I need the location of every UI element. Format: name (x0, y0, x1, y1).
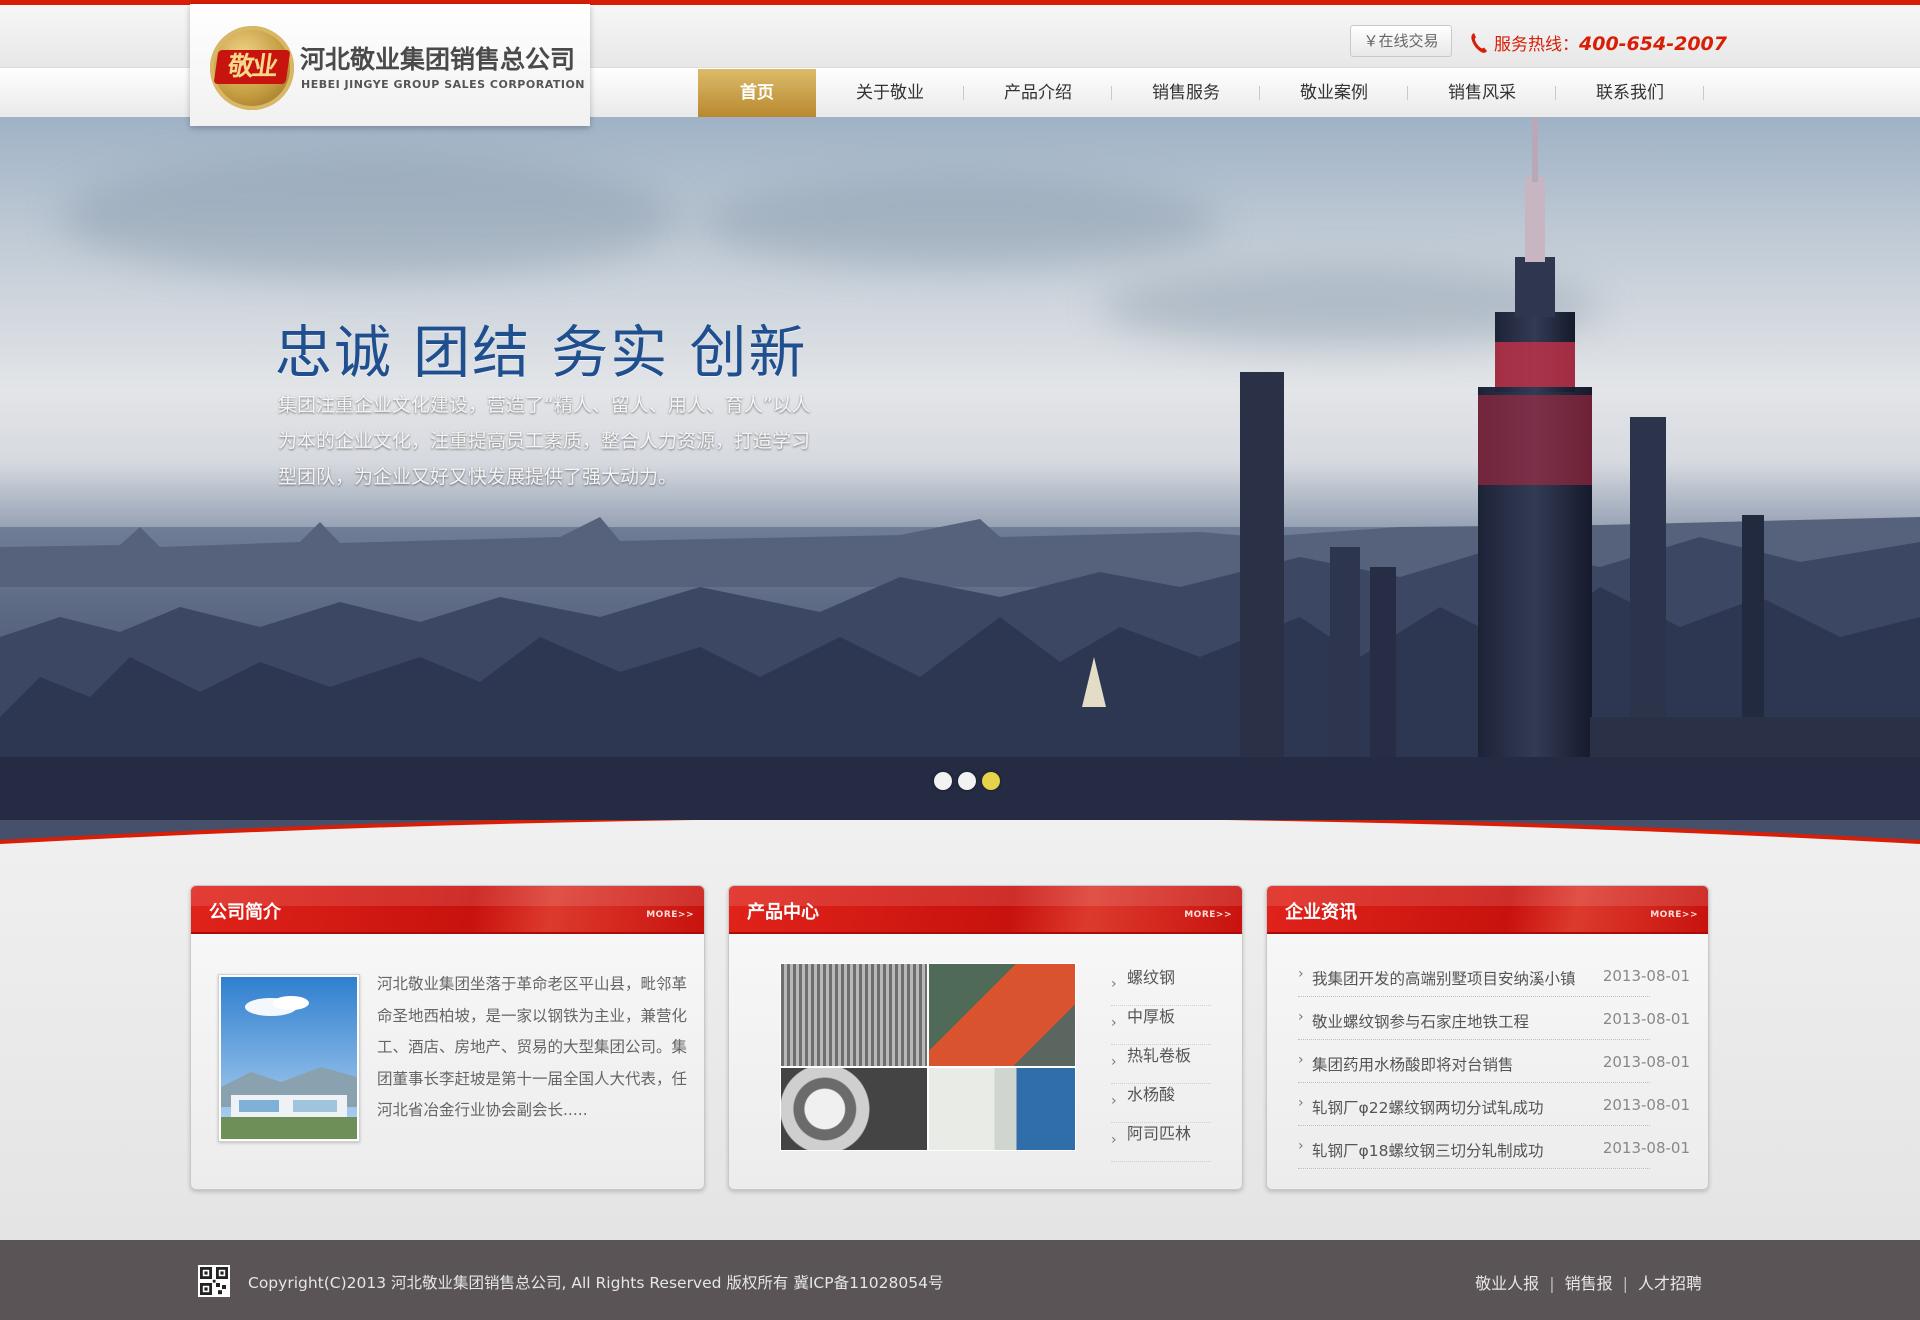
product-item-plate[interactable]: › 中厚板 (1111, 1006, 1211, 1045)
nav-item-sales-service[interactable]: 销售服务 (1112, 69, 1260, 117)
news-item[interactable]: › 轧钢厂φ22螺纹钢两切分试轧成功 2013-08-01 (1298, 1083, 1690, 1126)
main-nav: 首页 关于敬业 产品介绍 销售服务 敬业案例 销售风采 联系我们 (698, 69, 1704, 117)
product-item-coil[interactable]: › 热轧卷板 (1111, 1045, 1211, 1084)
steel-plate-photo (928, 963, 1076, 1067)
nav-item-home[interactable]: 首页 (698, 69, 816, 117)
footer-links: 敬业人报 | 销售报 | 人才招聘 (1475, 1270, 1702, 1294)
news-list: › 我集团开发的高端别墅项目安纳溪小镇 2013-08-01 › 敬业螺纹钢参与石家庄… (1298, 954, 1690, 1169)
nav-item-products[interactable]: 产品介绍 (964, 69, 1112, 117)
panel-title: 产品中心 (747, 902, 819, 923)
slide-dot-2[interactable] (958, 772, 976, 790)
news-item[interactable]: › 敬业螺纹钢参与石家庄地铁工程 2013-08-01 (1298, 997, 1690, 1040)
chevron-right-icon: › (1111, 1054, 1117, 1070)
footer: Copyright(C)2013 河北敬业集团销售总公司, All Rights… (0, 1240, 1920, 1320)
news-date: 2013-08-01 (1602, 1053, 1690, 1071)
hotline-number: 400-654-2007 (1579, 33, 1727, 55)
news-date: 2013-08-01 (1602, 1139, 1690, 1157)
rebar-photo (780, 963, 928, 1067)
news-title: 集团药用水杨酸即将对台销售 (1312, 1056, 1514, 1074)
slide-indicators (934, 772, 1000, 790)
company-photo-image (221, 977, 357, 1139)
more-link[interactable]: MORE>> (1650, 910, 1698, 920)
panel-header: 产品中心 MORE>> (729, 886, 1242, 934)
product-label: 热轧卷板 (1127, 1046, 1192, 1065)
panel-title: 企业资讯 (1285, 902, 1357, 923)
banner-slogan: 忠诚 团结 务实 创新 (275, 320, 808, 386)
product-item-rebar[interactable]: › 螺纹钢 (1111, 967, 1211, 1006)
news-item[interactable]: › 集团药用水杨酸即将对台销售 2013-08-01 (1298, 1040, 1690, 1083)
footer-link-separator: | (1549, 1274, 1555, 1293)
company-photo[interactable] (218, 974, 360, 1142)
chevron-right-icon: › (1298, 966, 1304, 982)
chemical-products-photo (928, 1067, 1076, 1151)
news-title: 轧钢厂φ22螺纹钢两切分试轧成功 (1312, 1099, 1544, 1117)
news-date: 2013-08-01 (1602, 1010, 1690, 1028)
product-label: 阿司匹林 (1127, 1124, 1192, 1143)
news-date: 2013-08-01 (1602, 1096, 1690, 1114)
news-date: 2013-08-01 (1602, 967, 1690, 985)
company-name-cn: 河北敬业集团销售总公司 (300, 45, 576, 74)
product-label: 中厚板 (1127, 1007, 1176, 1026)
hotline-label: 服务热线： (1494, 35, 1579, 55)
product-image-collage[interactable] (780, 963, 1076, 1151)
product-item-salicylic-acid[interactable]: › 水杨酸 (1111, 1084, 1211, 1123)
news-item[interactable]: › 轧钢厂φ18螺纹钢三切分轧制成功 2013-08-01 (1298, 1126, 1690, 1169)
footer-link-sales-news[interactable]: 销售报 (1565, 1274, 1613, 1293)
panel-header: 企业资讯 MORE>> (1267, 886, 1708, 934)
service-hotline: 服务热线：400-654-2007 (1470, 30, 1727, 55)
chevron-right-icon: › (1298, 1009, 1304, 1025)
hot-rolled-coil-photo (780, 1067, 928, 1151)
copyright-text: Copyright(C)2013 河北敬业集团销售总公司, All Rights… (248, 1274, 944, 1292)
nav-item-sales-style[interactable]: 销售风采 (1408, 69, 1556, 117)
product-label: 水杨酸 (1127, 1085, 1176, 1104)
chevron-right-icon: › (1111, 1132, 1117, 1148)
panel-body: › 螺纹钢 › 中厚板 › 热轧卷板 › 水杨酸 › 阿司匹林 (729, 934, 1242, 1189)
news-title: 我集团开发的高端别墅项目安纳溪小镇 (1312, 970, 1576, 988)
online-trade-button[interactable]: ￥在线交易 (1350, 25, 1452, 57)
product-item-aspirin[interactable]: › 阿司匹林 (1111, 1123, 1211, 1162)
footer-link-separator: | (1622, 1274, 1628, 1293)
panel-products: 产品中心 MORE>> › 螺纹钢 › 中厚板 › 热轧卷板 › 水杨酸 › 阿司匹林 (728, 885, 1243, 1190)
chevron-right-icon: › (1298, 1052, 1304, 1068)
logo-mark: 敬业 (213, 50, 291, 84)
panel-header: 公司简介 MORE>> (191, 886, 704, 934)
red-curve-divider (0, 820, 1920, 844)
more-link[interactable]: MORE>> (1184, 910, 1232, 920)
hero-banner: 忠诚 团结 务实 创新 集团注重企业文化建设，营造了“精人、留人、用人、育人”以… (0, 117, 1920, 837)
news-item[interactable]: › 我集团开发的高端别墅项目安纳溪小镇 2013-08-01 (1298, 954, 1690, 997)
company-intro-text: 河北敬业集团坐落于革命老区平山县，毗邻革命圣地西柏坡，是一家以钢铁为主业，兼营化… (377, 975, 688, 1119)
news-title: 敬业螺纹钢参与石家庄地铁工程 (1312, 1013, 1530, 1031)
slide-dot-1[interactable] (934, 772, 952, 790)
product-label: 螺纹钢 (1127, 968, 1176, 987)
nav-item-cases[interactable]: 敬业案例 (1260, 69, 1408, 117)
chevron-right-icon: › (1111, 1093, 1117, 1109)
logo-emblem-icon: 敬业 (210, 26, 294, 110)
qr-code-icon[interactable] (198, 1265, 230, 1297)
footer-link-jingye-daily[interactable]: 敬业人报 (1475, 1274, 1539, 1293)
news-title: 轧钢厂φ18螺纹钢三切分轧制成功 (1312, 1142, 1544, 1160)
chevron-right-icon: › (1111, 1015, 1117, 1031)
slide-dot-3[interactable] (982, 772, 1000, 790)
panel-title: 公司简介 (209, 902, 281, 923)
chevron-right-icon: › (1111, 976, 1117, 992)
chevron-right-icon: › (1298, 1095, 1304, 1111)
phone-icon (1471, 33, 1487, 53)
panel-body: 河北敬业集团坐落于革命老区平山县，毗邻革命圣地西柏坡，是一家以钢铁为主业，兼营化… (191, 934, 704, 1189)
company-name-en: HEBEI JINGYE GROUP SALES CORPORATION (301, 78, 586, 91)
product-list: › 螺纹钢 › 中厚板 › 热轧卷板 › 水杨酸 › 阿司匹林 (1111, 967, 1211, 1162)
more-link[interactable]: MORE>> (646, 910, 694, 920)
logo[interactable]: 敬业 河北敬业集团销售总公司 HEBEI JINGYE GROUP SALES … (190, 4, 590, 126)
banner-description: 集团注重企业文化建设，营造了“精人、留人、用人、育人”以人为本的企业文化，注重提… (278, 394, 811, 488)
footer-link-recruitment[interactable]: 人才招聘 (1638, 1274, 1702, 1293)
nav-item-contact[interactable]: 联系我们 (1556, 69, 1704, 117)
panel-company-intro: 公司简介 MORE>> 河北敬业集团坐落于革命老区平山县，毗邻革命圣地西柏坡，是… (190, 885, 705, 1190)
nav-item-about[interactable]: 关于敬业 (816, 69, 964, 117)
panel-news: 企业资讯 MORE>> › 我集团开发的高端别墅项目安纳溪小镇 2013-08-01… (1266, 885, 1709, 1190)
panel-body: › 我集团开发的高端别墅项目安纳溪小镇 2013-08-01 › 敬业螺纹钢参与石家庄… (1267, 934, 1708, 1189)
chevron-right-icon: › (1298, 1138, 1304, 1154)
